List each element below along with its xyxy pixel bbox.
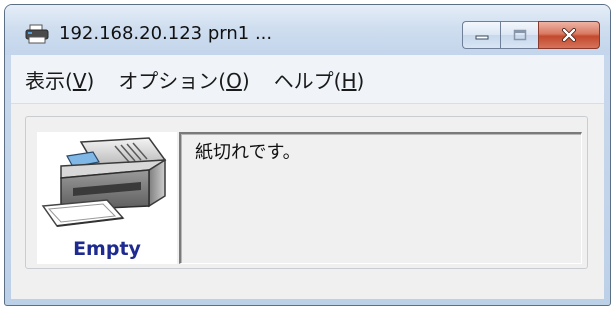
printer-status-panel: Empty [37, 132, 177, 264]
menu-options-mnemonic: O [226, 68, 242, 93]
maximize-icon [513, 29, 526, 41]
menu-view-label: 表示( [25, 68, 73, 93]
caption-buttons [462, 21, 600, 49]
menu-help[interactable]: ヘルプ(H) [274, 65, 365, 94]
menu-help-suffix: ) [356, 68, 365, 93]
maximize-button[interactable] [500, 21, 538, 49]
menu-options-suffix: ) [241, 68, 250, 93]
title-bar[interactable]: 192.168.20.123 prn1 ... [5, 5, 610, 55]
close-button[interactable] [538, 21, 600, 49]
printer-icon [25, 24, 49, 44]
status-message-box: 紙切れです。 [179, 132, 582, 264]
window-title: 192.168.20.123 prn1 ... [59, 23, 273, 44]
menu-help-mnemonic: H [341, 68, 357, 93]
app-window: 192.168.20.123 prn1 ... 表示(V) オプション(O) ヘ… [4, 4, 611, 306]
status-message: 紙切れです。 [195, 142, 301, 163]
paper-empty-label: Empty [73, 238, 141, 260]
menu-view-suffix: ) [86, 68, 95, 93]
menu-view-mnemonic: V [72, 68, 87, 93]
client-area: Empty 紙切れです。 [11, 104, 604, 299]
minimize-button[interactable] [462, 21, 500, 49]
menu-view[interactable]: 表示(V) [25, 65, 94, 94]
close-icon [562, 28, 576, 42]
menu-bar: 表示(V) オプション(O) ヘルプ(H) [11, 55, 604, 104]
menu-options[interactable]: オプション(O) [118, 65, 249, 94]
minimize-icon [475, 35, 488, 40]
menu-options-label: オプション( [118, 68, 227, 93]
printer-empty-icon [41, 137, 167, 227]
menu-help-label: ヘルプ( [273, 68, 342, 93]
